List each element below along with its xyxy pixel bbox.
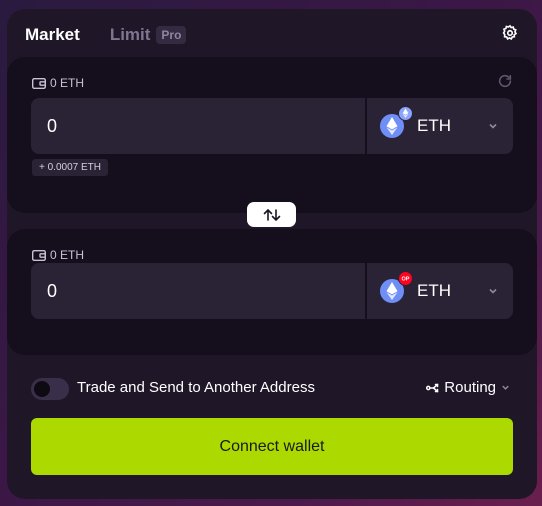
gear-icon[interactable] — [501, 24, 519, 42]
chevron-down-icon — [502, 385, 509, 390]
chevron-down-icon — [489, 288, 497, 294]
toggle-knob — [34, 381, 50, 397]
buy-balance: 0 ETH — [32, 248, 84, 262]
buy-amount-input[interactable] — [31, 263, 367, 319]
eth-icon — [379, 106, 413, 139]
buy-token-name: ETH — [417, 281, 451, 300]
sell-balance-value: 0 ETH — [50, 76, 85, 90]
optimism-badge-text: OP — [402, 277, 410, 283]
buy-row: OP ETH — [31, 263, 513, 319]
sell-amount-input[interactable] — [31, 98, 367, 154]
buy-balance-value: 0 ETH — [50, 248, 85, 262]
sell-card: 0 ETH 0 ETH + 0.0007 ETH — [7, 57, 537, 213]
tab-limit[interactable]: Limit — [110, 25, 151, 45]
routing-button[interactable]: Routing — [426, 379, 511, 396]
buy-token-selector[interactable]: OP ETH — [367, 263, 513, 319]
fee-chip: + 0.0007 ETH — [32, 159, 108, 176]
sell-token-name: ETH — [417, 116, 451, 135]
sell-token-selector[interactable]: ETH — [367, 98, 513, 154]
chevron-down-icon — [489, 123, 497, 129]
swap-panel: Market Limit Pro 0 ETH 0 ETH + 0.0007 ET… — [7, 9, 537, 499]
sell-row: ETH — [31, 98, 513, 154]
trade-send-label: Trade and Send to Another Address — [77, 379, 315, 396]
tab-market[interactable]: Market — [25, 25, 80, 45]
connect-wallet-button[interactable]: Connect wallet — [31, 418, 513, 475]
optimism-badge-icon: OP — [398, 271, 413, 286]
buy-card: 0 ETH OP ETH — [7, 229, 537, 355]
tab-bar: Market Limit Pro — [25, 23, 187, 47]
sell-balance: 0 ETH — [32, 76, 84, 90]
routing-label: Routing — [444, 379, 496, 396]
swap-direction-button[interactable] — [247, 202, 296, 227]
wallet-icon — [32, 77, 46, 89]
wallet-icon — [32, 249, 46, 261]
swap-arrows-icon — [263, 208, 280, 221]
routing-icon — [426, 383, 439, 392]
eth-icon: OP — [379, 271, 413, 304]
pro-badge: Pro — [156, 26, 187, 44]
trade-send-toggle[interactable] — [31, 378, 69, 400]
eth-chain-badge-icon — [398, 106, 413, 121]
refresh-icon[interactable] — [497, 73, 513, 89]
